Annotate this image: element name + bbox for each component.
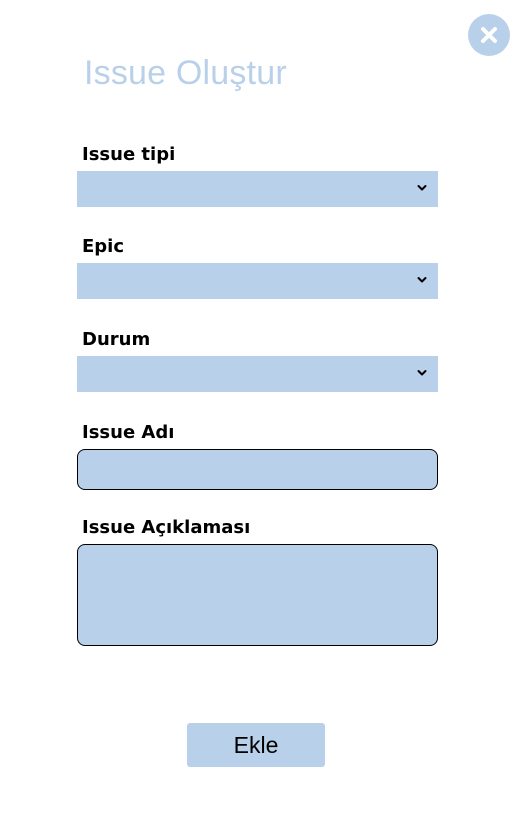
chevron-down-icon [417,370,427,376]
issue-type-select[interactable] [77,171,438,207]
chevron-down-icon [417,185,427,191]
issue-description-label: Issue Açıklaması [82,517,251,538]
issue-type-label: Issue tipi [82,144,176,165]
close-icon [481,27,497,43]
add-button[interactable]: Ekle [187,723,325,767]
issue-name-label: Issue Adı [82,422,175,443]
status-label: Durum [82,329,151,350]
close-button[interactable] [468,14,510,56]
issue-description-textarea[interactable] [77,544,438,646]
page-title: Issue Oluştur [84,54,287,92]
status-select[interactable] [77,356,438,392]
issue-name-input[interactable] [77,449,438,490]
epic-select[interactable] [77,263,438,299]
epic-label: Epic [82,236,125,257]
chevron-down-icon [417,277,427,283]
